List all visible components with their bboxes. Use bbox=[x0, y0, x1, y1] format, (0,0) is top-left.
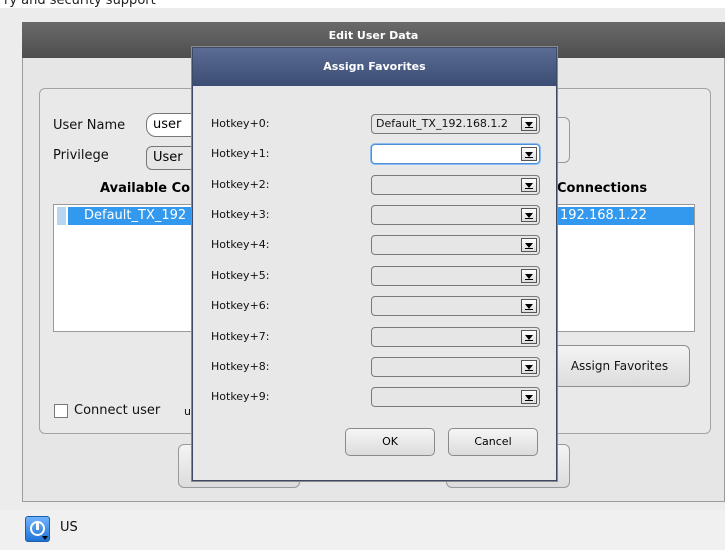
hotkey-6-select[interactable] bbox=[371, 296, 540, 316]
assign-favorites-button[interactable]: Assign Favorites bbox=[549, 345, 690, 387]
edit-user-title: Edit User Data bbox=[328, 29, 419, 42]
cancel-button[interactable]: Cancel bbox=[448, 428, 538, 456]
connect-user-suffix: u bbox=[184, 405, 191, 418]
hotkey-5-label: Hotkey+5: bbox=[211, 269, 270, 282]
hotkey-9-select[interactable] bbox=[371, 387, 540, 407]
hotkey-5-select[interactable] bbox=[371, 266, 540, 286]
hotkey-0-select[interactable]: Default_TX_192.168.1.2 bbox=[371, 114, 540, 134]
status-bar bbox=[0, 510, 725, 550]
hotkey-6-label: Hotkey+6: bbox=[211, 299, 270, 312]
hotkey-4-select[interactable] bbox=[371, 235, 540, 255]
hotkey-3-label: Hotkey+3: bbox=[211, 208, 270, 221]
hotkey-4-label: Hotkey+4: bbox=[211, 238, 270, 251]
keyboard-language[interactable]: US bbox=[60, 520, 78, 535]
list-item[interactable]: Default_TX_192 bbox=[68, 207, 202, 225]
privilege-label: Privilege bbox=[53, 148, 109, 163]
chevron-down-icon[interactable] bbox=[521, 360, 537, 374]
list-item[interactable]: 192.168.1.22 bbox=[550, 207, 694, 225]
ok-button[interactable]: OK bbox=[345, 428, 435, 456]
chevron-down-icon[interactable] bbox=[521, 238, 537, 252]
available-connections-header: Available Co bbox=[100, 181, 191, 196]
chevron-down-icon[interactable] bbox=[521, 117, 537, 131]
hotkey-1-label: Hotkey+1: bbox=[211, 147, 270, 160]
user-connections-header: Connections bbox=[557, 181, 648, 196]
hotkey-0-label: Hotkey+0: bbox=[211, 117, 270, 130]
chevron-down-icon[interactable] bbox=[521, 178, 537, 192]
hotkey-1-select[interactable] bbox=[371, 144, 540, 164]
hotkey-3-select[interactable] bbox=[371, 205, 540, 225]
chevron-down-icon[interactable] bbox=[521, 299, 537, 313]
hotkey-8-label: Hotkey+8: bbox=[211, 360, 270, 373]
available-connections-list[interactable]: Default_TX_192 bbox=[53, 204, 203, 332]
hotkey-7-label: Hotkey+7: bbox=[211, 330, 270, 343]
power-icon[interactable] bbox=[25, 516, 50, 542]
user-connections-list[interactable]: 192.168.1.22 bbox=[549, 204, 695, 332]
hotkey-9-label: Hotkey+9: bbox=[211, 390, 270, 403]
hotkey-7-select[interactable] bbox=[371, 327, 540, 347]
chevron-down-icon[interactable] bbox=[521, 330, 537, 344]
chevron-down-icon[interactable] bbox=[521, 269, 537, 283]
dialog-title: Assign Favorites bbox=[193, 48, 556, 86]
chevron-down-icon[interactable] bbox=[521, 390, 537, 404]
chevron-down-icon[interactable] bbox=[521, 208, 537, 222]
user-name-label: User Name bbox=[53, 118, 126, 133]
hotkey-2-label: Hotkey+2: bbox=[211, 178, 270, 191]
chevron-down-icon[interactable] bbox=[521, 147, 537, 161]
assign-favorites-dialog: Assign Favorites Hotkey+0: Default_TX_19… bbox=[192, 47, 557, 481]
hotkey-8-select[interactable] bbox=[371, 357, 540, 377]
list-selection-marker bbox=[57, 207, 66, 225]
connect-user-checkbox[interactable] bbox=[54, 404, 68, 418]
connect-user-label: Connect user bbox=[74, 403, 161, 418]
hotkey-2-select[interactable] bbox=[371, 175, 540, 195]
